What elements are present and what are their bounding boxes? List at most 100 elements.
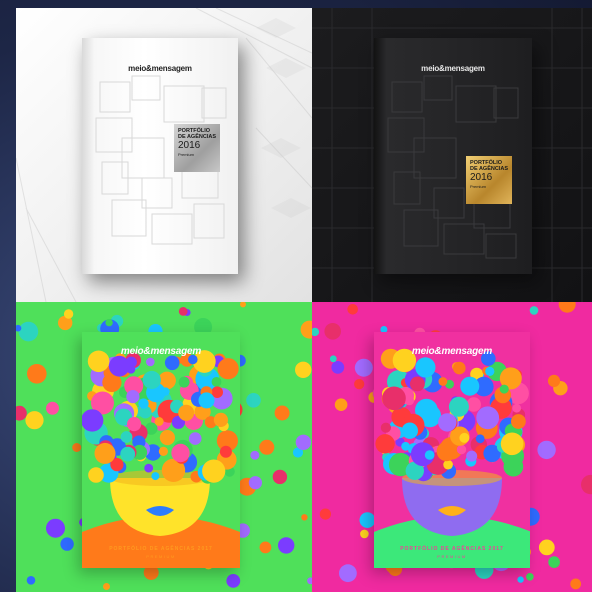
- decor-dot: [466, 397, 481, 412]
- decor-dot: [108, 355, 130, 377]
- decor-dot: [272, 469, 288, 485]
- decor-dot: [159, 430, 175, 446]
- decor-dot: [213, 412, 228, 427]
- decor-dot: [46, 518, 65, 538]
- decor-dot: [88, 467, 104, 483]
- decor-dot: [380, 422, 391, 433]
- pink-cover-panel: meio&mensagem PORTFÓLIO DE AGÊNCIAS 2017…: [312, 302, 592, 592]
- silver-title-label: PORTFÓLIO DE AGÊNCIAS 2016 Premium: [174, 124, 220, 172]
- pink-2017-book: meio&mensagem PORTFÓLIO DE AGÊNCIAS 2017…: [374, 332, 530, 568]
- decor-dot: [103, 583, 110, 590]
- decor-dot: [142, 370, 161, 390]
- decor-dot: [178, 376, 190, 388]
- decor-dot: [334, 398, 348, 411]
- decor-dot: [161, 387, 170, 396]
- decor-dot: [319, 508, 331, 520]
- decor-dot: [26, 576, 36, 585]
- decor-dot: [226, 574, 241, 588]
- decor-dot: [18, 321, 39, 342]
- decor-dot: [171, 443, 190, 463]
- decor-dot: [459, 432, 470, 443]
- decor-dot: [146, 357, 155, 367]
- decor-dot: [339, 564, 357, 583]
- decor-dot: [401, 441, 410, 451]
- decor-dot: [94, 442, 116, 464]
- gold-title-label: PORTFÓLIO DE AGÊNCIAS 2016 Premium: [466, 156, 512, 204]
- green-cover-panel: meio&mensagem PORTFÓLIO DE AGÊNCIAS 2017…: [16, 302, 312, 592]
- decor-dot: [151, 472, 160, 481]
- label-year: 2016: [470, 172, 493, 183]
- decor-dot: [27, 364, 47, 384]
- decor-dot: [329, 355, 337, 363]
- decor-dot: [538, 539, 555, 556]
- brand-logo: meio&mensagem: [411, 346, 493, 357]
- label-year: 2016: [178, 140, 201, 151]
- decor-dot: [248, 476, 262, 490]
- decor-dot: [517, 576, 524, 583]
- decor-dot: [259, 439, 275, 455]
- decor-dot: [105, 318, 113, 327]
- decor-dot: [581, 474, 592, 495]
- footer-title: PORTFÓLIO DE AGÊNCIAS 2017: [400, 546, 504, 552]
- decor-dot: [178, 307, 188, 316]
- decor-dot: [499, 384, 509, 394]
- white-cover-panel: meio&mensagem PORTFÓLIO DE AGÊNCIAS 2016…: [16, 8, 312, 302]
- decor-dot: [202, 459, 226, 483]
- brand-logo: meio&mensagem: [120, 346, 202, 357]
- decor-dot: [259, 541, 272, 554]
- brand-logo: meio&mensagem: [128, 64, 192, 73]
- decor-dot: [120, 446, 136, 462]
- cover-footer: PORTFÓLIO DE AGÊNCIAS 2017 PREMIUM: [374, 546, 530, 559]
- decor-dot: [144, 463, 154, 473]
- decor-dot: [63, 309, 74, 319]
- pink-head-illustration: [374, 348, 530, 568]
- decor-dot: [529, 306, 539, 315]
- decor-dot: [466, 450, 478, 462]
- decor-dot: [401, 422, 418, 439]
- decor-dot: [324, 323, 341, 340]
- decor-dot: [72, 443, 82, 452]
- decor-dot: [512, 403, 522, 413]
- decor-dot: [438, 413, 457, 432]
- decor-dot: [360, 529, 369, 539]
- decor-dot: [347, 304, 358, 315]
- decor-dot: [120, 431, 133, 443]
- decor-dot: [217, 358, 239, 380]
- decor-dot: [359, 512, 376, 528]
- green-head-illustration: [82, 350, 240, 568]
- decor-dot: [300, 320, 312, 339]
- decor-dot: [475, 434, 485, 444]
- decor-dot: [331, 361, 345, 374]
- decor-dot: [415, 357, 436, 378]
- footer-sub: PREMIUM: [146, 554, 176, 559]
- decor-dot: [246, 393, 261, 408]
- decor-dot: [250, 450, 260, 460]
- label-note: Premium: [178, 152, 195, 157]
- decor-dot: [354, 379, 365, 390]
- decor-dot: [301, 514, 308, 521]
- black-cover-panel: meio&mensagem PORTFÓLIO DE AGÊNCIAS 2016…: [312, 8, 592, 302]
- decor-dot: [410, 376, 425, 392]
- cover-footer: PORTFÓLIO DE AGÊNCIAS 2017 PREMIUM: [82, 546, 240, 559]
- decor-dot: [82, 409, 104, 432]
- decor-dot: [511, 414, 526, 429]
- decor-dot: [443, 459, 453, 470]
- decor-dot: [354, 358, 373, 377]
- black-2016-book: meio&mensagem PORTFÓLIO DE AGÊNCIAS 2016…: [374, 38, 532, 274]
- green-2017-book: meio&mensagem PORTFÓLIO DE AGÊNCIAS 2017…: [82, 332, 240, 568]
- decor-dot: [126, 390, 140, 404]
- decor-dot: [16, 405, 27, 421]
- decor-dot: [295, 361, 312, 378]
- decor-dot: [127, 417, 142, 432]
- decor-dot: [274, 405, 290, 421]
- footer-sub: PREMIUM: [437, 554, 467, 559]
- decor-dot: [46, 401, 59, 415]
- decor-dot: [158, 446, 168, 456]
- decor-dot: [547, 374, 561, 387]
- decor-dot: [453, 361, 466, 375]
- decor-dot: [60, 537, 74, 551]
- decor-dot: [164, 355, 180, 371]
- decor-dot: [436, 441, 457, 462]
- decor-dot: [178, 404, 195, 421]
- decor-dot: [485, 366, 495, 376]
